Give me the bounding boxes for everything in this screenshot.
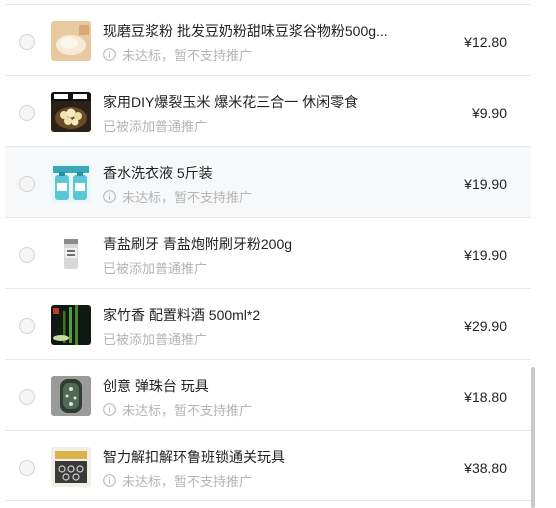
- product-title: 创意 弹珠台 玩具: [103, 378, 209, 394]
- status-text: 已被添加普通推广: [103, 329, 207, 348]
- select-radio[interactable]: [19, 389, 35, 405]
- status-label: 已被添加普通推广: [103, 332, 208, 347]
- product-title: 家用DIY爆裂玉米 爆米花三合一 休闲零食: [103, 94, 359, 110]
- status-text: 已被添加普通推广: [103, 116, 207, 135]
- status-text: 未达标，暂不支持推广: [103, 187, 252, 206]
- list-item[interactable]: 青盐刷牙 青盐炮附刷牙粉200g 已被添加普通推广 ¥19.90: [5, 217, 531, 288]
- product-price: ¥18.80: [464, 389, 507, 405]
- product-title: 青盐刷牙 青盐炮附刷牙粉200g: [103, 236, 293, 252]
- product-price: ¥29.90: [464, 318, 507, 334]
- product-list: 现磨豆浆粉 批发豆奶粉甜味豆浆谷物粉500g... 未达标，暂不支持推广 ¥12…: [5, 4, 531, 501]
- select-radio[interactable]: [19, 176, 35, 192]
- select-radio[interactable]: [19, 34, 35, 50]
- tooth-powder-image: [51, 234, 91, 274]
- status-label: 未达标，暂不支持推广: [122, 403, 253, 418]
- list-item[interactable]: 现磨豆浆粉 批发豆奶粉甜味豆浆谷物粉500g... 未达标，暂不支持推广 ¥12…: [5, 4, 531, 75]
- info-icon: [103, 190, 116, 203]
- status-label: 已被添加普通推广: [103, 261, 208, 276]
- product-title: 香水洗衣液 5斤装: [103, 165, 213, 181]
- popcorn-image: [51, 92, 91, 132]
- status-label: 未达标，暂不支持推广: [122, 48, 253, 63]
- product-price: ¥9.90: [471, 105, 507, 121]
- list-item[interactable]: 智力解扣解环鲁班锁通关玩具 未达标，暂不支持推广 ¥38.80: [5, 430, 531, 501]
- pinball-toy-image: [51, 376, 91, 416]
- puzzle-toy-image: [51, 447, 91, 487]
- product-title: 家竹香 配置料酒 500ml*2: [103, 307, 261, 323]
- select-radio[interactable]: [19, 105, 35, 121]
- detergent-image: [51, 163, 91, 203]
- select-radio[interactable]: [19, 318, 35, 334]
- product-price: ¥12.80: [464, 34, 507, 50]
- status-text: 未达标，暂不支持推广: [103, 45, 252, 64]
- info-icon: [103, 48, 116, 61]
- scrollbar[interactable]: [531, 367, 535, 508]
- cooking-wine-image: [51, 305, 91, 345]
- select-radio[interactable]: [19, 247, 35, 263]
- status-label: 已被添加普通推广: [103, 119, 208, 134]
- product-price: ¥38.80: [464, 460, 507, 476]
- soy-powder-image: [51, 21, 91, 61]
- product-price: ¥19.90: [464, 247, 507, 263]
- list-item[interactable]: 香水洗衣液 5斤装 未达标，暂不支持推广 ¥19.90: [5, 146, 531, 217]
- info-icon: [103, 403, 116, 416]
- list-item[interactable]: 家竹香 配置料酒 500ml*2 已被添加普通推广 ¥29.90: [5, 288, 531, 359]
- status-label: 未达标，暂不支持推广: [122, 190, 253, 205]
- status-text: 未达标，暂不支持推广: [103, 400, 252, 419]
- select-radio[interactable]: [19, 460, 35, 476]
- list-item[interactable]: 家用DIY爆裂玉米 爆米花三合一 休闲零食 已被添加普通推广 ¥9.90: [5, 75, 531, 146]
- status-text: 未达标，暂不支持推广: [103, 471, 252, 490]
- list-item[interactable]: 创意 弹珠台 玩具 未达标，暂不支持推广 ¥18.80: [5, 359, 531, 430]
- product-title: 现磨豆浆粉 批发豆奶粉甜味豆浆谷物粉500g...: [103, 23, 388, 39]
- product-title: 智力解扣解环鲁班锁通关玩具: [103, 449, 285, 465]
- status-text: 已被添加普通推广: [103, 258, 207, 277]
- info-icon: [103, 474, 116, 487]
- product-price: ¥19.90: [464, 176, 507, 192]
- status-label: 未达标，暂不支持推广: [122, 474, 253, 489]
